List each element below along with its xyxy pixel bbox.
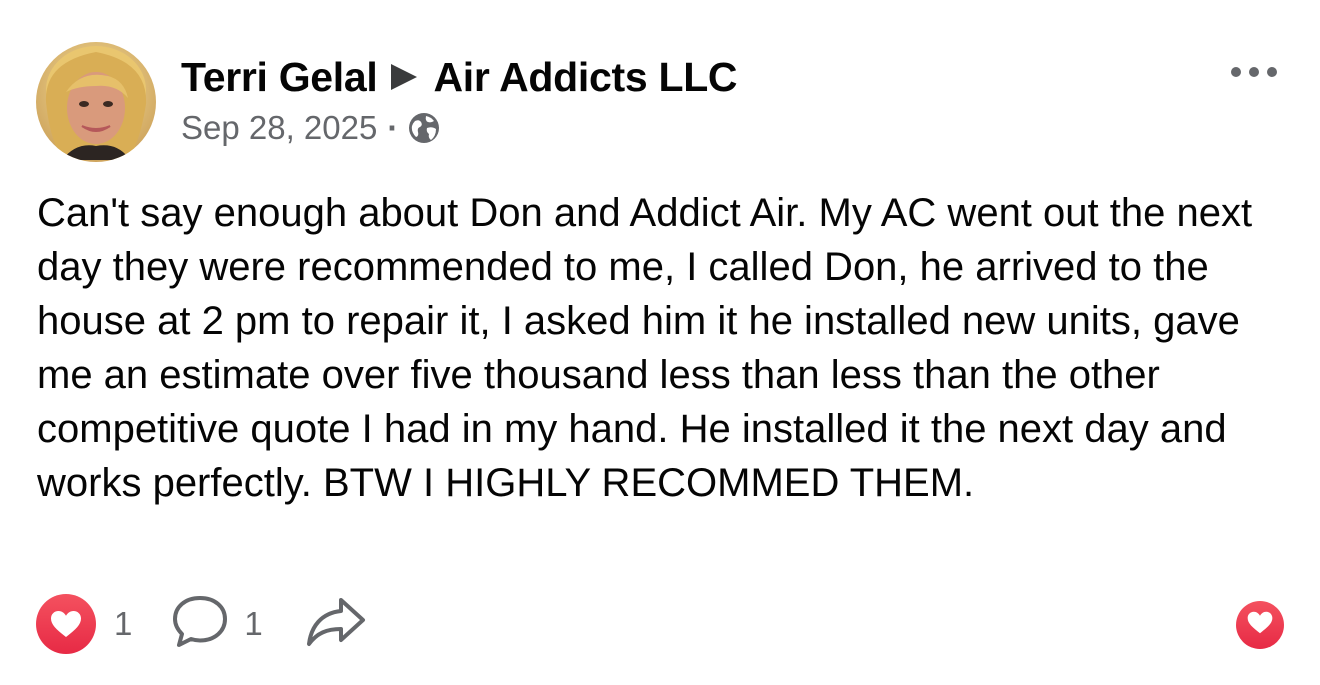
comment-count[interactable]: 1 bbox=[244, 605, 262, 643]
heart-icon bbox=[1246, 610, 1274, 640]
globe-icon bbox=[407, 111, 441, 145]
page-name[interactable]: Air Addicts LLC bbox=[433, 54, 737, 101]
meta-separator: · bbox=[387, 109, 399, 146]
share-action[interactable] bbox=[305, 596, 367, 653]
more-options-icon[interactable] bbox=[1228, 62, 1280, 82]
heart-icon[interactable] bbox=[36, 594, 96, 654]
post-meta: Sep 28, 2025 · bbox=[181, 108, 441, 148]
author-avatar[interactable] bbox=[36, 42, 156, 162]
love-button[interactable] bbox=[1236, 601, 1284, 649]
post-date[interactable]: Sep 28, 2025 bbox=[181, 109, 377, 147]
right-arrow-icon bbox=[391, 64, 418, 90]
reaction-count[interactable]: 1 bbox=[114, 605, 132, 643]
author-name[interactable]: Terri Gelal bbox=[181, 54, 378, 101]
review-post: Terri Gelal Air Addicts LLC Sep 28, 2025… bbox=[0, 0, 1320, 685]
share-icon[interactable] bbox=[305, 596, 367, 653]
post-footer: 1 1 bbox=[36, 594, 367, 654]
post-header: Terri Gelal Air Addicts LLC bbox=[181, 52, 738, 102]
post-body: Can't say enough about Don and Addict Ai… bbox=[37, 191, 1253, 505]
comment-icon[interactable] bbox=[170, 594, 230, 655]
comment-action[interactable]: 1 bbox=[170, 594, 263, 655]
